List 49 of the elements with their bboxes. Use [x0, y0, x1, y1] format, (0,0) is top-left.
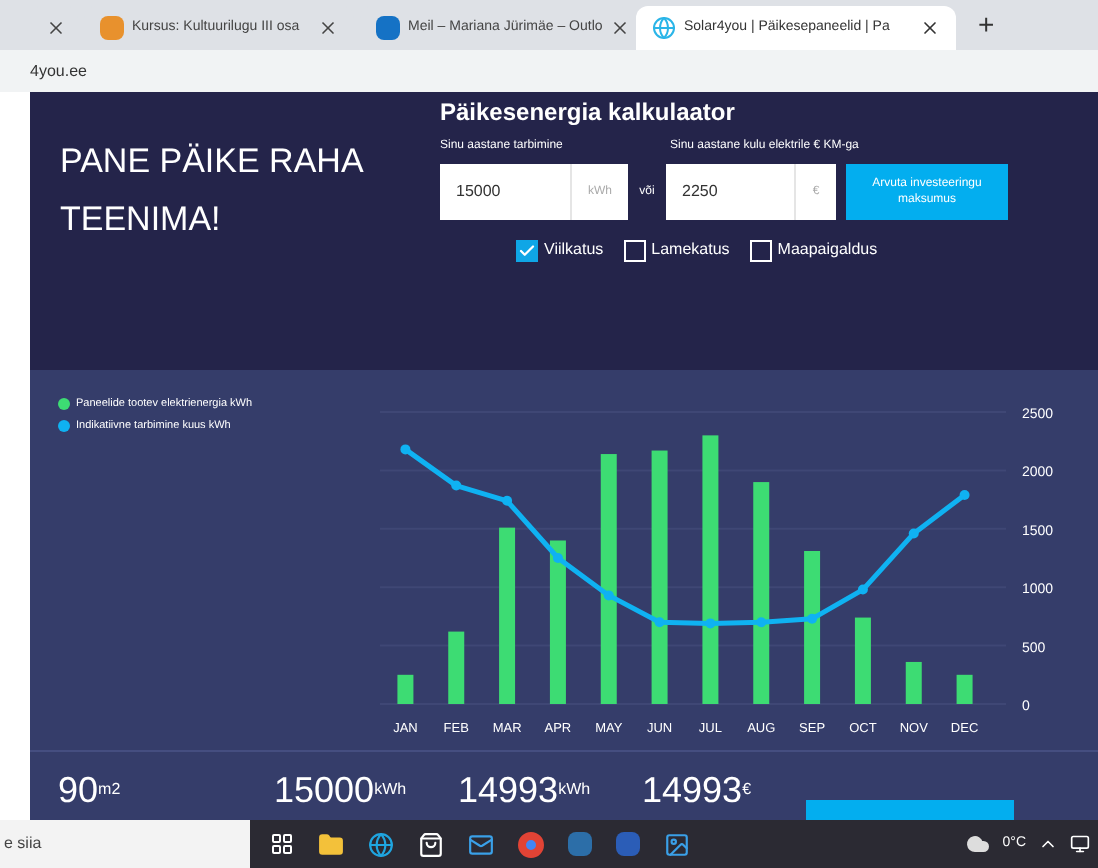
stat-value: 14993$^{€}$	[642, 768, 754, 814]
data-point	[705, 618, 716, 629]
bar	[397, 674, 414, 704]
chrome-icon[interactable]	[518, 831, 544, 857]
checkbox-label: Viilkatus	[544, 238, 604, 262]
task-view-icon[interactable]	[270, 832, 294, 856]
close-icon[interactable]	[46, 18, 66, 38]
checkbox[interactable]	[623, 239, 646, 261]
site-icon	[376, 16, 400, 40]
data-point	[451, 480, 462, 491]
new-tab-button[interactable]: +	[962, 0, 1011, 50]
data-point	[959, 489, 970, 500]
bar	[854, 617, 871, 704]
data-point	[552, 553, 563, 563]
bar	[905, 661, 922, 704]
bar	[956, 674, 973, 704]
stat-value: 15000$^{kWh}$	[274, 768, 409, 814]
address-bar[interactable]: 4you.ee	[0, 50, 1098, 92]
globe-icon	[652, 16, 676, 40]
stat-value: 14993$^{kWh}$	[458, 768, 593, 814]
mail-icon[interactable]	[468, 831, 494, 857]
close-icon[interactable]	[920, 18, 940, 38]
data-point	[400, 444, 411, 455]
site-icon	[100, 16, 124, 40]
hero-headline: PANE PÄIKE RAHA TEENIMA!	[58, 140, 365, 242]
calculator-title: Päikesenergia kalkulaator	[440, 96, 737, 130]
data-point	[654, 617, 665, 628]
data-point	[502, 495, 513, 506]
check-icon	[518, 241, 536, 259]
checkbox-label: Lamekatus	[651, 238, 730, 262]
close-icon[interactable]	[610, 18, 631, 38]
store-icon[interactable]	[418, 831, 444, 857]
close-icon[interactable]	[318, 18, 338, 38]
checkbox[interactable]	[516, 239, 538, 261]
data-point	[857, 584, 868, 595]
monitor-icon[interactable]	[1070, 834, 1090, 854]
folder-icon[interactable]	[318, 831, 344, 857]
data-point	[756, 617, 767, 628]
taskbar-search-field[interactable]: e siia	[0, 820, 250, 868]
browser-icon[interactable]	[368, 831, 394, 857]
data-point	[603, 590, 614, 601]
bar	[448, 631, 465, 704]
checkbox[interactable]	[749, 239, 772, 261]
checkbox-label: Maapaigaldus	[777, 238, 878, 262]
data-point	[807, 613, 818, 624]
stat-value: 90$^{m2}$	[58, 768, 123, 814]
data-point	[908, 528, 919, 539]
image-icon[interactable]	[664, 831, 690, 857]
cloud-icon	[966, 832, 991, 856]
